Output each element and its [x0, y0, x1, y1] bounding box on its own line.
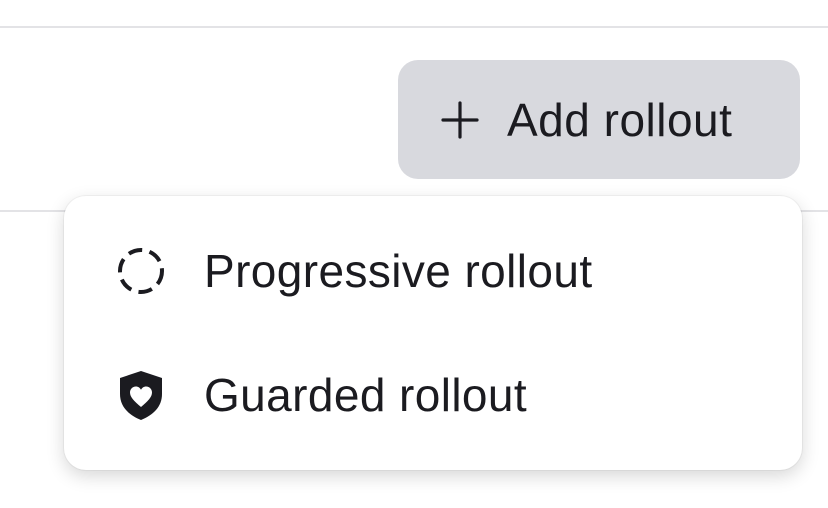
dashed-circle-icon	[118, 248, 164, 294]
add-rollout-label: Add rollout	[507, 93, 733, 146]
top-divider	[0, 26, 828, 28]
page: Add rollout Progressive rollout Guarded …	[0, 0, 828, 508]
plus-icon	[441, 100, 479, 139]
menu-item-label: Progressive rollout	[204, 245, 593, 297]
menu-item-guarded-rollout[interactable]: Guarded rollout	[64, 340, 802, 450]
menu-item-label: Guarded rollout	[204, 369, 528, 421]
add-rollout-button[interactable]: Add rollout	[398, 60, 800, 179]
menu-item-progressive-rollout[interactable]: Progressive rollout	[64, 216, 802, 326]
rollout-type-menu: Progressive rollout Guarded rollout	[64, 196, 802, 470]
shield-heart-icon	[120, 371, 162, 420]
